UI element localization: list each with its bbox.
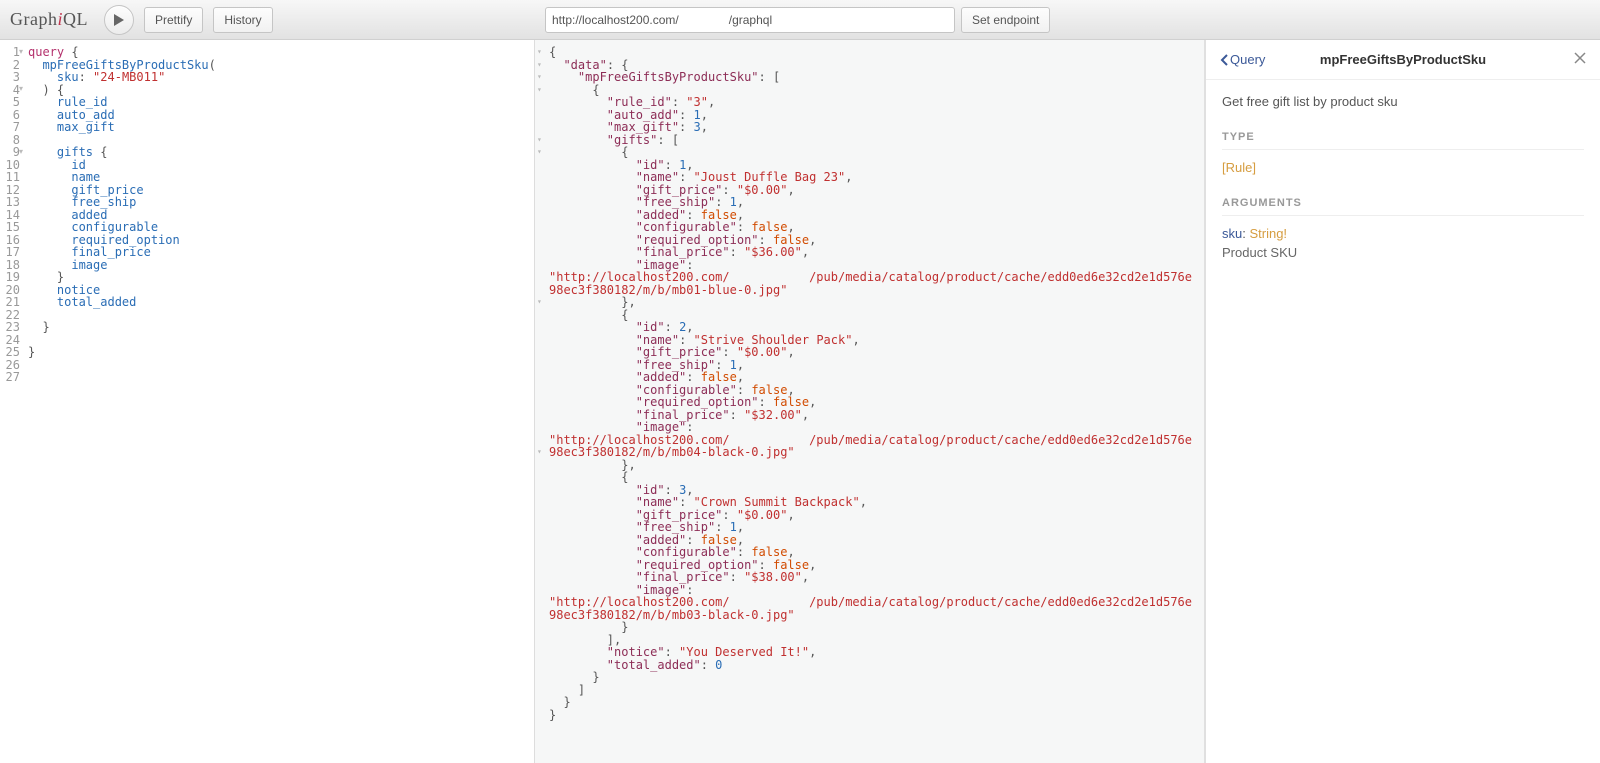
doc-arg-desc: Product SKU	[1222, 245, 1584, 260]
chevron-left-icon	[1220, 54, 1228, 66]
doc-arg-name: sku	[1222, 226, 1242, 241]
play-icon	[113, 13, 125, 27]
doc-type-heading: TYPE	[1222, 131, 1584, 150]
query-code[interactable]: query { mpFreeGiftsByProductSku( sku: "2…	[24, 40, 534, 763]
prettify-button[interactable]: Prettify	[144, 7, 203, 33]
query-editor[interactable]: 1234567891011121314151617181920212223242…	[0, 40, 535, 763]
result-json[interactable]: { "data": { "mpFreeGiftsByProductSku": […	[535, 40, 1204, 727]
doc-args-heading: ARGUMENTS	[1222, 197, 1584, 216]
toolbar: GraphiQL Prettify History Set endpoint	[0, 0, 1600, 40]
doc-explorer: Query mpFreeGiftsByProductSku Get free g…	[1205, 40, 1600, 763]
main: 1234567891011121314151617181920212223242…	[0, 40, 1600, 763]
doc-header: Query mpFreeGiftsByProductSku	[1206, 40, 1600, 80]
doc-type-link[interactable]: [Rule]	[1222, 160, 1256, 175]
doc-description: Get free gift list by product sku	[1222, 94, 1584, 109]
execute-button[interactable]	[104, 5, 134, 35]
endpoint-group: Set endpoint	[545, 7, 1050, 33]
logo: GraphiQL	[10, 9, 88, 30]
close-icon	[1574, 52, 1586, 64]
history-button[interactable]: History	[213, 7, 272, 33]
set-endpoint-button[interactable]: Set endpoint	[961, 7, 1050, 33]
result-pane: { "data": { "mpFreeGiftsByProductSku": […	[535, 40, 1205, 763]
doc-close-button[interactable]	[1574, 51, 1586, 69]
doc-back-button[interactable]: Query	[1220, 52, 1265, 67]
doc-argument: sku: String! Product SKU	[1222, 226, 1584, 260]
doc-body: Get free gift list by product sku TYPE […	[1206, 80, 1600, 274]
endpoint-input[interactable]	[545, 7, 955, 33]
doc-arg-type[interactable]: String!	[1249, 226, 1287, 241]
